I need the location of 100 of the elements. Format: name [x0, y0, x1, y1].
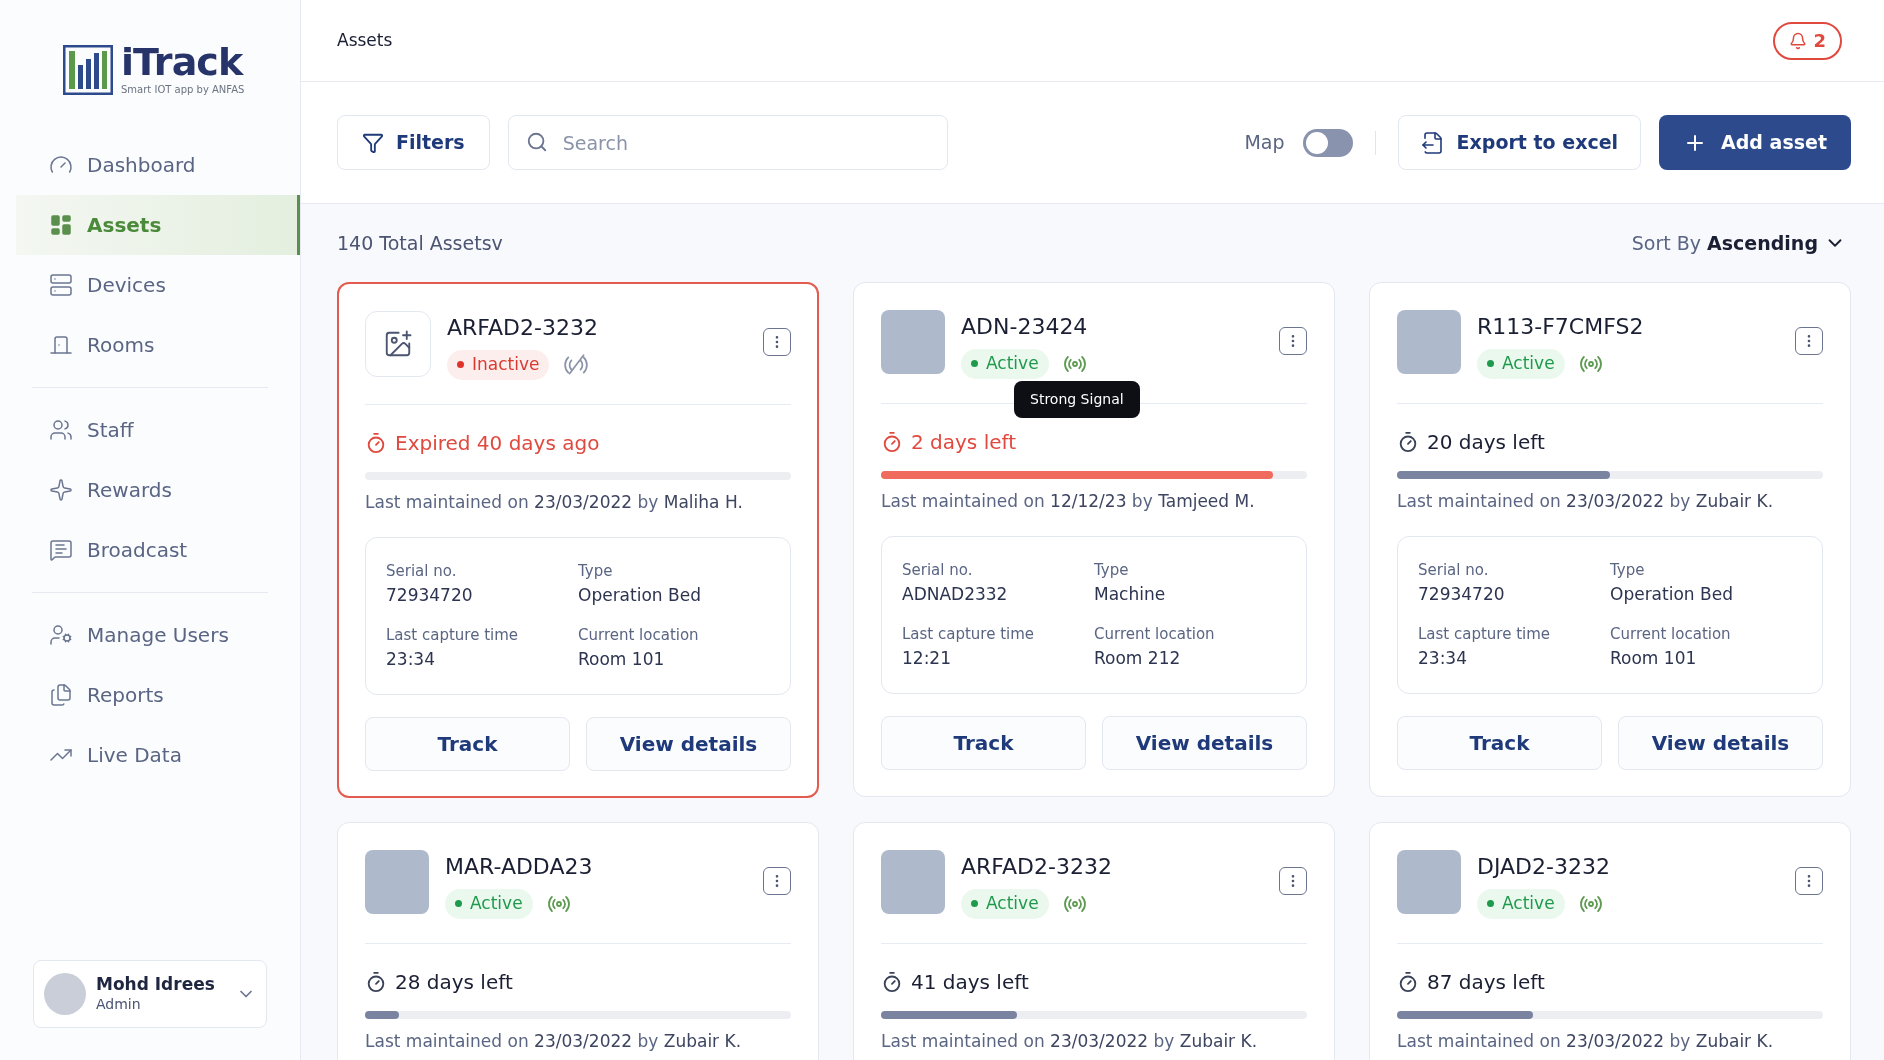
detail-label: Type	[1094, 560, 1130, 581]
detail-value: ADNAD2332	[902, 582, 1009, 606]
status-badge: Active	[1477, 889, 1565, 919]
sidebar-item[interactable]: Live Data	[16, 725, 300, 785]
logo-tagline: Smart IOT app by ANFAS	[121, 83, 245, 97]
detail-value: 72934720	[1418, 582, 1506, 606]
more-options-button[interactable]	[1795, 327, 1823, 355]
dashboard-icon	[49, 213, 73, 237]
due-text: 20 days left	[1427, 428, 1545, 456]
sidebar-item[interactable]: Manage Users	[16, 605, 300, 665]
sidebar-item[interactable]: Rewards	[16, 460, 300, 520]
logo-icon	[63, 44, 113, 95]
detail-value: Room 212	[1094, 646, 1182, 670]
detail-value: 72934720	[386, 583, 474, 607]
asset-name: MAR-ADDA23	[445, 853, 594, 881]
asset-name: ADN-23424	[961, 313, 1089, 341]
status-badge: Active	[445, 889, 533, 919]
people-icon	[49, 418, 73, 442]
more-options-button[interactable]	[1279, 327, 1307, 355]
more-options-button[interactable]	[763, 328, 791, 356]
more-options-button[interactable]	[763, 867, 791, 895]
asset-name: DJAD2-3232	[1477, 853, 1611, 881]
map-toggle[interactable]	[1302, 128, 1353, 157]
detail-label: Last capture time	[902, 624, 1036, 645]
add-image-icon	[383, 329, 413, 359]
view-details-button[interactable]: View details	[1618, 716, 1823, 770]
detail-value: Room 101	[578, 647, 666, 671]
documents-icon	[49, 683, 73, 707]
asset-name: ARFAD2-3232	[961, 853, 1113, 881]
search-field[interactable]: Search	[507, 115, 948, 170]
export-file-icon	[1420, 130, 1445, 155]
status-badge: Active	[961, 349, 1049, 379]
detail-value: Operation Bed	[1610, 582, 1734, 606]
due-text: Expired 40 days ago	[395, 429, 600, 457]
add-asset-button[interactable]: Add asset	[1659, 115, 1851, 170]
server-icon	[49, 273, 73, 297]
view-details-button[interactable]: View details	[1102, 716, 1307, 770]
sidebar-item[interactable]: Devices	[16, 255, 300, 315]
more-options-button[interactable]	[1279, 867, 1307, 895]
map-label: Map	[1244, 130, 1285, 156]
maintenance-text: Last maintained on 12/12/23 by Tamjeed M.	[881, 489, 1256, 513]
track-button[interactable]: Track	[1397, 716, 1602, 770]
timer-icon	[881, 430, 903, 453]
status-badge: Active	[1477, 349, 1565, 379]
tooltip: Strong Signal	[1014, 381, 1140, 418]
filter-icon	[362, 131, 384, 154]
bell-icon	[1789, 31, 1808, 50]
timer-icon	[365, 431, 387, 454]
notifications-button[interactable]: 2	[1773, 21, 1842, 60]
detail-label: Serial no.	[1418, 560, 1490, 581]
detail-value: Operation Bed	[578, 583, 702, 607]
sidebar-item[interactable]: Staff	[16, 400, 300, 460]
due-text: 87 days left	[1427, 968, 1545, 996]
sidebar-item[interactable]: Assets	[16, 195, 300, 255]
search-icon	[525, 131, 548, 153]
logo-text: iTrack	[121, 42, 245, 82]
sparkle-icon	[49, 478, 73, 502]
sort-dropdown[interactable]: Sort By Ascending	[1631, 228, 1846, 258]
user-name: Mohd Idrees	[96, 973, 216, 994]
user-role: Admin	[96, 994, 142, 1014]
total-assets-count: 140 Total Assetsv	[337, 230, 503, 256]
chat-icon	[49, 538, 73, 562]
status-badge: Inactive	[447, 350, 550, 380]
view-details-button[interactable]: View details	[586, 717, 791, 771]
user-menu[interactable]: Mohd Idrees Admin	[33, 960, 267, 1028]
detail-label: Current location	[578, 625, 700, 646]
detail-label: Type	[578, 561, 614, 582]
export-button[interactable]: Export to excel	[1397, 115, 1642, 170]
maintenance-text: Last maintained on 23/03/2022 by Maliha H.	[365, 490, 744, 514]
timer-icon	[1397, 430, 1419, 453]
sidebar-item[interactable]: Reports	[16, 665, 300, 725]
signal-off-icon	[563, 351, 590, 378]
timer-icon	[1397, 970, 1419, 993]
filters-button[interactable]: Filters	[337, 115, 490, 170]
timer-icon	[881, 970, 903, 993]
sidebar-item[interactable]: Broadcast	[16, 520, 300, 580]
detail-label: Last capture time	[386, 625, 520, 646]
maintenance-text: Last maintained on 23/03/2022 by Zubair K.	[365, 1029, 743, 1053]
due-text: 41 days left	[911, 968, 1029, 996]
due-text: 2 days left	[911, 428, 1017, 456]
detail-value: Room 101	[1610, 646, 1698, 670]
more-options-button[interactable]	[1795, 867, 1823, 895]
timer-icon	[365, 970, 387, 993]
detail-value: 23:34	[386, 647, 436, 671]
status-badge: Active	[961, 889, 1049, 919]
maintenance-text: Last maintained on 23/03/2022 by Zubair K.	[881, 1029, 1259, 1053]
detail-label: Last capture time	[1418, 624, 1552, 645]
detail-label: Current location	[1094, 624, 1216, 645]
door-icon	[49, 333, 73, 357]
track-button[interactable]: Track	[365, 717, 570, 771]
sidebar-item[interactable]: Dashboard	[16, 135, 300, 195]
detail-label: Current location	[1610, 624, 1732, 645]
asset-name: ARFAD2-3232	[447, 314, 599, 342]
maintenance-text: Last maintained on 23/03/2022 by Zubair K.	[1397, 1029, 1775, 1053]
sidebar-item[interactable]: Rooms	[16, 315, 300, 375]
page-title: Assets	[337, 28, 393, 52]
detail-value: 12:21	[902, 646, 952, 670]
track-button[interactable]: Track	[881, 716, 1086, 770]
asset-name: R113-F7CMFS2	[1477, 313, 1645, 341]
maintenance-text: Last maintained on 23/03/2022 by Zubair K.	[1397, 489, 1775, 513]
